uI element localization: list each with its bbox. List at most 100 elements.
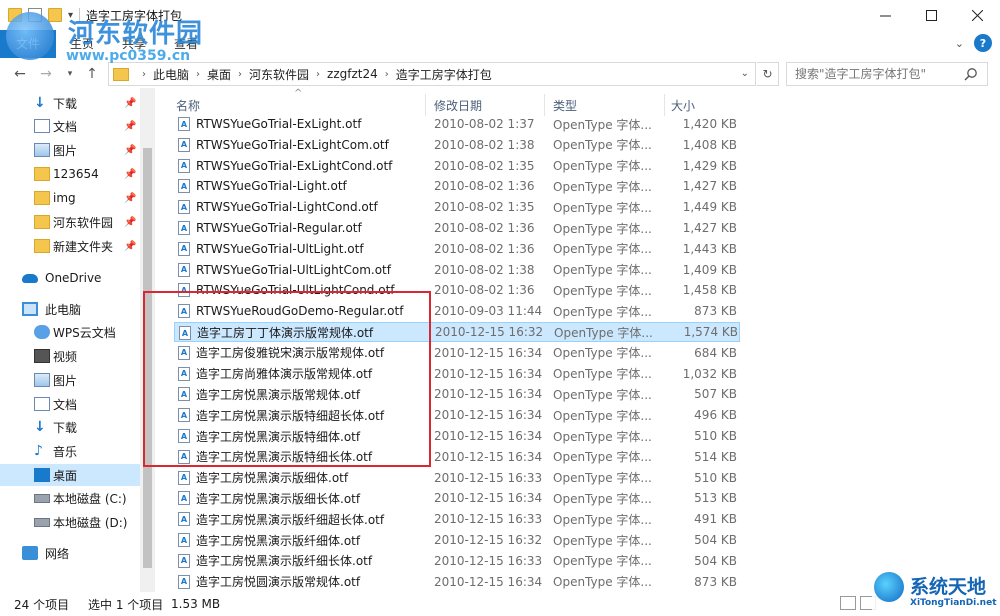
nav-item-documents[interactable]: 文档 [0,393,140,415]
file-row[interactable]: A 造字工房俊雅锐宋演示版常规体.otf 2010-12-15 16:34 OpenT… [174,343,740,363]
file-row[interactable]: A 造字工房尚雅体演示版常规体.otf 2010-12-15 16:34 OpenTy… [174,364,740,384]
font-file-icon: A [178,262,190,277]
file-row[interactable]: A 造字工房丁丁体演示版常规体.otf 2010-12-15 16:32 OpenTy… [174,322,740,342]
file-list-scrollbar[interactable] [983,88,1000,592]
file-row[interactable]: A RTWSYueGoTrial-UltLight.otf 2010-08-02 1… [174,239,740,259]
back-button[interactable]: ← [8,62,32,86]
up-button[interactable]: ↑ [80,62,104,86]
refresh-button[interactable]: ↻ [757,62,779,86]
file-date: 2010-12-15 16:32 [435,325,544,339]
close-icon [971,9,983,21]
file-type: OpenType 字体... [553,471,652,486]
file-size: 510 KB [694,470,737,485]
sort-ascending-icon: ^ [294,88,303,99]
video-icon [34,349,50,363]
nav-item-documents-quick[interactable]: 文档 📌 [0,115,140,137]
breadcrumb-desktop[interactable]: 桌面 [207,66,231,83]
column-header-name[interactable]: 名称 [176,94,200,116]
address-history-chevron-icon[interactable]: ⌄ [741,68,749,79]
file-row[interactable]: A 造字工房悦黑演示版特细超长体.otf 2010-12-15 16:34 OpenT… [174,405,740,425]
column-header-size[interactable]: 大小 [671,94,695,116]
breadcrumb-current[interactable]: 造字工房字体打包 [396,66,492,83]
close-button[interactable] [954,0,1000,30]
font-file-icon: A [179,326,191,340]
chevron-right-icon[interactable]: › [316,69,320,80]
nav-item-this-pc[interactable]: 此电脑 [0,298,140,320]
help-icon[interactable]: ? [974,34,992,52]
nav-item-music[interactable]: ♪ 音乐 [0,440,140,462]
forward-button[interactable]: → [34,62,58,86]
file-type: OpenType 字体... [553,117,652,132]
nav-item-img[interactable]: img 📌 [0,187,140,209]
nav-item-label: 河东软件园 [53,215,114,230]
chevron-right-icon[interactable]: › [196,69,200,80]
nav-item-wps-cloud[interactable]: WPS云文档 [0,321,140,343]
file-row[interactable]: A 造字工房悦黑演示版纤细长体.otf 2010-12-15 16:33 OpenTy… [174,551,740,571]
file-row[interactable]: A 造字工房悦黑演示版细体.otf 2010-12-15 16:33 OpenType… [174,468,740,488]
file-row[interactable]: A RTWSYueRoudGoDemo-Regular.otf 2010-09-03… [174,301,740,321]
file-row[interactable]: A RTWSYueGoTrial-ExLight.otf 2010-08-02 1:… [174,114,740,134]
file-row[interactable]: A 造字工房悦黑演示版特细体.otf 2010-12-15 16:34 OpenTyp… [174,426,740,446]
nav-item-pictures[interactable]: 图片 [0,369,140,391]
search-input[interactable] [786,62,988,86]
nav-scrollbar[interactable] [140,88,155,592]
file-row[interactable]: A RTWSYueGoTrial-Regular.otf 2010-08-02 1:… [174,218,740,238]
file-row[interactable]: A RTWSYueGoTrial-LightCond.otf 2010-08-02 … [174,197,740,217]
nav-item-videos[interactable]: 视频 [0,345,140,367]
file-size: 873 KB [694,304,737,319]
scrollbar-thumb[interactable] [143,148,152,568]
file-row[interactable]: A RTWSYueGoTrial-ExLightCom.otf 2010-08-02… [174,135,740,155]
nav-item-pictures-quick[interactable]: 图片 📌 [0,139,140,161]
status-bar: 24 个项目 选中 1 个项目 1.53 MB [0,592,1000,616]
file-row[interactable]: A 造字工房悦黑演示版常规体.otf 2010-12-15 16:34 OpenTyp… [174,384,740,404]
column-divider[interactable] [544,94,545,116]
nav-item-new-folder[interactable]: 新建文件夹 📌 [0,235,140,257]
file-row[interactable]: A 造字工房悦圆演示版常规体.otf 2010-12-15 16:34 OpenTyp… [174,572,740,592]
file-row[interactable]: A RTWSYueGoTrial-UltLightCom.otf 2010-08-0… [174,260,740,280]
file-row[interactable]: A 造字工房悦黑演示版特细长体.otf 2010-12-15 16:34 OpenTy… [174,447,740,467]
expand-ribbon-chevron-icon[interactable]: ⌄ [955,37,964,50]
nav-item-desktop[interactable]: 桌面 [0,464,140,486]
details-view-icon[interactable] [840,596,856,610]
column-divider[interactable] [425,94,426,116]
column-header-type[interactable]: 类型 [553,94,577,116]
column-header-date[interactable]: 修改日期 [434,94,482,116]
file-row[interactable]: A 造字工房悦黑演示版纤细超长体.otf 2010-12-15 16:33 OpenT… [174,509,740,529]
nav-item-downloads[interactable]: ↓ 下载 [0,416,140,438]
nav-item-label: WPS云文档 [53,325,116,340]
file-row[interactable]: A 造字工房悦黑演示版纤细体.otf 2010-12-15 16:32 OpenTyp… [174,530,740,550]
column-divider[interactable] [664,94,665,116]
pin-icon: 📌 [124,168,137,180]
nav-item-hedong[interactable]: 河东软件园 📌 [0,211,140,233]
file-name: 造字工房悦圆演示版常规体.otf [196,575,361,590]
nav-item-label: 音乐 [53,444,78,459]
file-date: 2010-08-02 1:38 [434,137,535,152]
nav-item-drive-d[interactable]: 本地磁盘 (D:) [0,511,140,533]
file-row[interactable]: A RTWSYueGoTrial-UltLightCond.otf 2010-08-… [174,280,740,300]
breadcrumb-hedong[interactable]: 河东软件园 [249,66,309,83]
file-row[interactable]: A RTWSYueGoTrial-Light.otf 2010-08-02 1:36… [174,176,740,196]
font-file-icon: A [178,429,190,443]
minimize-button[interactable] [862,0,908,30]
chevron-right-icon[interactable]: › [238,69,242,80]
nav-item-drive-c[interactable]: 本地磁盘 (C:) [0,487,140,509]
nav-item-label: 新建文件夹 [53,239,114,254]
file-row[interactable]: A 造字工房悦黑演示版细长体.otf 2010-12-15 16:34 OpenTyp… [174,488,740,508]
new-folder-icon[interactable] [48,8,62,22]
file-row[interactable]: A RTWSYueGoTrial-ExLightCond.otf 2010-08-0… [174,156,740,176]
maximize-button[interactable] [908,0,954,30]
nav-item-onedrive[interactable]: OneDrive [0,267,140,289]
file-date: 2010-12-15 16:33 [434,470,543,485]
breadcrumb-zzgfzt24[interactable]: zzgfzt24 [327,67,378,81]
address-bar[interactable]: › 此电脑 › 桌面 › 河东软件园 › zzgfzt24 › 造字工房字体打包… [108,62,756,86]
file-size: 507 KB [694,387,737,402]
drive-icon [34,518,50,527]
nav-item-downloads-quick[interactable]: ↓ 下载 📌 [0,92,140,114]
pin-icon: 📌 [124,192,137,204]
recent-locations-button[interactable]: ▾ [58,62,82,86]
nav-item-network[interactable]: 网络 [0,542,140,564]
breadcrumb-this-pc[interactable]: 此电脑 [153,66,189,83]
file-name: 造字工房悦黑演示版常规体.otf [196,387,361,402]
chevron-right-icon[interactable]: › [385,69,389,80]
nav-item-123654[interactable]: 123654 📌 [0,163,140,185]
